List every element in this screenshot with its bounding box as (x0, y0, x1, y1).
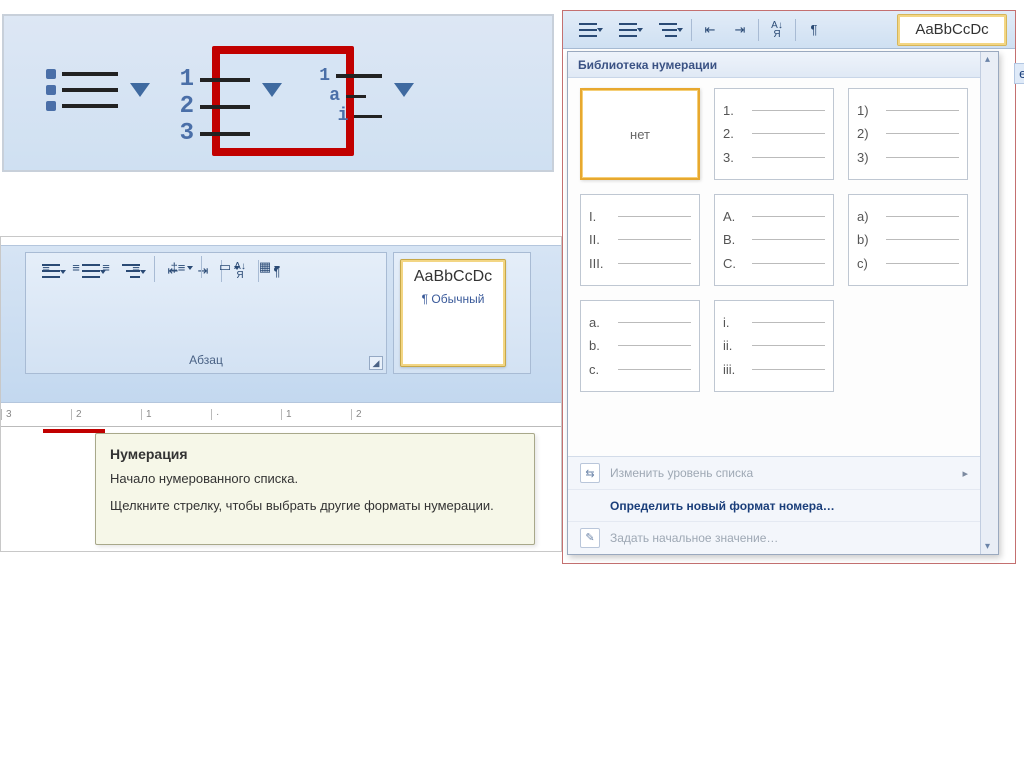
chevron-down-icon[interactable] (262, 83, 282, 97)
chevron-right-icon: ▸ (962, 467, 968, 480)
dropdown-header: Библиотека нумерации (568, 52, 998, 78)
dropdown-footer: ⇆ Изменить уровень списка ▸ Определить н… (568, 456, 980, 554)
numbering-tooltip: Нумерация Начало нумерованного списка. Щ… (95, 433, 535, 545)
increase-indent-button[interactable]: ⇥ (726, 17, 754, 43)
multilevel-button-zoomed[interactable]: 1 a i (306, 60, 414, 120)
numbering-tile-decimal-paren[interactable]: 1) 2) 3) (848, 88, 968, 180)
sort-button[interactable]: А↓Я (763, 17, 791, 43)
paragraph-ribbon-group: ⇤ ⇥ А↓Я ¶ ≡ ≡ ≡ ≡ ‡≡ ▭ ▦ Абзац ◢ (1, 245, 561, 403)
show-paragraph-marks-button[interactable]: ¶ (800, 17, 828, 43)
zoomed-list-buttons-strip: 1 2 3 1 a i (2, 14, 554, 172)
align-left-button[interactable]: ≡ (32, 255, 60, 279)
align-center-button[interactable]: ≡ (62, 255, 90, 279)
tooltip-line1: Начало нумерованного списка. (110, 470, 520, 489)
styles-group: AaBbCcDc ¶ Обычный (393, 252, 531, 374)
group-label: Абзац (26, 353, 386, 367)
style-sample-tile[interactable]: AaBbCcDc (897, 14, 1007, 46)
decrease-indent-button[interactable]: ⇤ (696, 17, 724, 43)
numbering-tile-alpha-upper[interactable]: A. B. C. (714, 194, 834, 286)
shading-button[interactable]: ▭ (206, 255, 244, 279)
horizontal-ruler[interactable]: 32 1· 12 (1, 403, 561, 427)
align-right-button[interactable]: ≡ (92, 255, 120, 279)
mini-ribbon: ⇤ ⇥ А↓Я ¶ AaBbCcDc (563, 11, 1015, 49)
define-new-number-format-item[interactable]: Определить новый формат номера… (568, 489, 980, 521)
multilevel-list-button[interactable] (649, 17, 687, 43)
numbering-library-panel: ⇤ ⇥ А↓Я ¶ AaBbCcDc AaB ез Библиотека нум… (562, 10, 1016, 564)
set-numbering-value-item: ✎ Задать начальное значение… (568, 521, 980, 553)
style-name-label: ¶ Обычный (401, 292, 505, 306)
numbering-tile-roman-lower[interactable]: i. ii. iii. (714, 300, 834, 392)
scrollbar[interactable] (980, 52, 998, 554)
dialog-launcher-icon[interactable]: ◢ (369, 356, 383, 370)
bullets-button[interactable] (569, 17, 607, 43)
number-edit-icon: ✎ (580, 528, 600, 548)
header-overflow-fragment: ез (1014, 63, 1024, 84)
borders-button[interactable]: ▦ (246, 255, 284, 279)
numbering-button[interactable] (609, 17, 647, 43)
style-sample-text: AaBbCcDc (401, 268, 505, 286)
change-list-level-item: ⇆ Изменить уровень списка ▸ (568, 457, 980, 489)
numbering-tile-none[interactable]: нет (580, 88, 700, 180)
paragraph-group: ⇤ ⇥ А↓Я ¶ ≡ ≡ ≡ ≡ ‡≡ ▭ ▦ Абзац ◢ (25, 252, 387, 374)
justify-button[interactable]: ≡ (122, 255, 150, 279)
style-normal[interactable]: AaBbCcDc ¶ Обычный (400, 259, 506, 367)
numbering-tile-alpha-lower-dot[interactable]: a. b. c. (580, 300, 700, 392)
numbering-button-zoomed[interactable]: 1 2 3 (174, 60, 282, 120)
tooltip-title: Нумерация (110, 446, 520, 462)
numbering-tile-alpha-lower-paren[interactable]: a) b) c) (848, 194, 968, 286)
numbering-tile-decimal-dot[interactable]: 1. 2. 3. (714, 88, 834, 180)
chevron-down-icon[interactable] (130, 83, 150, 97)
tooltip-line2: Щелкните стрелку, чтобы выбрать другие ф… (110, 497, 520, 516)
indent-icon: ⇆ (580, 463, 600, 483)
numbering-dropdown: Библиотека нумерации нет 1. 2. 3. 1) 2) … (567, 51, 999, 555)
line-spacing-button[interactable]: ‡≡ (159, 255, 197, 279)
ribbon-tooltip-panel: ⇤ ⇥ А↓Я ¶ ≡ ≡ ≡ ≡ ‡≡ ▭ ▦ Абзац ◢ (0, 236, 562, 552)
chevron-down-icon[interactable] (394, 83, 414, 97)
bullets-button-zoomed[interactable] (42, 60, 150, 120)
numbering-tile-roman-upper[interactable]: I. II. III. (580, 194, 700, 286)
